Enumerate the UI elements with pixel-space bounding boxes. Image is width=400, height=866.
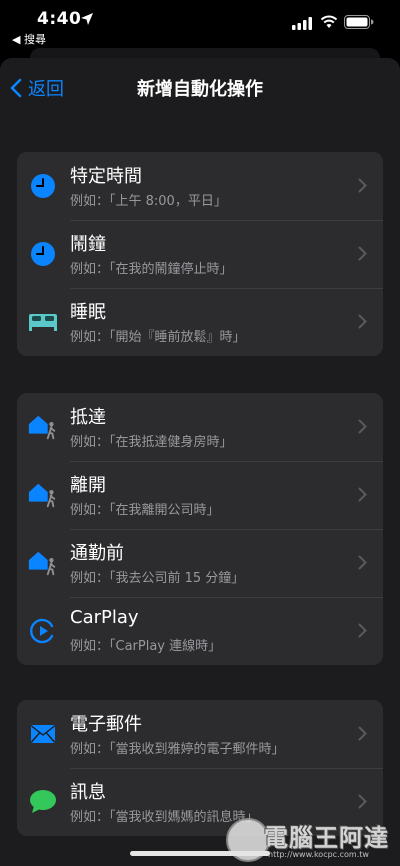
chevron-right-icon	[358, 794, 367, 809]
nav-bar: 返回 新增自動化操作	[0, 58, 400, 116]
trigger-group-time: 特定時間 例如：「上午 8:00，平日」 鬧鐘 例如：「在我的鬧鐘停止時」 睡眠…	[17, 152, 383, 356]
row-subtitle: 例如：「在我離開公司時」	[70, 503, 220, 518]
home-person-icon	[27, 481, 59, 509]
chevron-right-icon	[358, 487, 367, 502]
chevron-right-icon	[358, 246, 367, 261]
message-icon	[27, 788, 59, 816]
trigger-group-location: 抵達 例如：「在我抵達健身房時」 離開 例如：「在我離開公司時」 通勤前 例如：…	[17, 393, 383, 665]
row-subtitle: 例如：「我去公司前 15 分鐘」	[70, 571, 245, 586]
trigger-before-commute[interactable]: 通勤前 例如：「我去公司前 15 分鐘」	[17, 529, 383, 597]
chevron-right-icon	[358, 555, 367, 570]
row-title: 通勤前	[70, 543, 124, 564]
wifi-icon	[320, 15, 338, 28]
chevron-right-icon	[358, 314, 367, 329]
mail-icon	[27, 720, 59, 748]
location-arrow-icon	[81, 13, 93, 25]
status-bar: 4:40 ◀ 搜尋	[0, 0, 400, 48]
row-title: 離開	[70, 475, 106, 496]
trigger-carplay[interactable]: CarPlay 例如：「CarPlay 連線時」	[17, 597, 383, 665]
watermark-text: 電腦王阿達	[264, 824, 389, 852]
home-person-icon	[27, 413, 59, 441]
battery-icon	[344, 15, 374, 29]
chevron-right-icon	[358, 419, 367, 434]
home-indicator[interactable]	[130, 851, 270, 856]
bed-icon	[27, 308, 59, 336]
watermark: 電腦王阿達 http://www.kocpc.com.tw	[226, 812, 396, 866]
clock-icon	[27, 172, 59, 200]
row-title: 電子郵件	[70, 714, 142, 735]
status-time: 4:40	[37, 9, 82, 29]
trigger-email[interactable]: 電子郵件 例如：「當我收到雅婷的電子郵件時」	[17, 700, 383, 768]
chevron-right-icon	[358, 178, 367, 193]
page-title: 新增自動化操作	[137, 79, 263, 100]
trigger-time-of-day[interactable]: 特定時間 例如：「上午 8:00，平日」	[17, 152, 383, 220]
row-title: 訊息	[70, 782, 106, 803]
row-title: 抵達	[70, 407, 106, 428]
row-title: 睡眠	[70, 302, 106, 323]
row-title: CarPlay	[70, 607, 139, 628]
chevron-right-icon	[358, 726, 367, 741]
alarm-icon	[27, 240, 59, 268]
row-subtitle: 例如：「CarPlay 連線時」	[70, 639, 222, 654]
row-subtitle: 例如：「開始『睡前放鬆』時」	[70, 330, 246, 345]
row-subtitle: 例如：「當我收到雅婷的電子郵件時」	[70, 742, 285, 757]
trigger-leave[interactable]: 離開 例如：「在我離開公司時」	[17, 461, 383, 529]
row-subtitle: 例如：「在我抵達健身房時」	[70, 435, 233, 450]
back-to-app-link[interactable]: ◀ 搜尋	[12, 31, 46, 47]
trigger-sleep[interactable]: 睡眠 例如：「開始『睡前放鬆』時」	[17, 288, 383, 356]
trigger-alarm[interactable]: 鬧鐘 例如：「在我的鬧鐘停止時」	[17, 220, 383, 288]
row-title: 鬧鐘	[70, 234, 106, 255]
watermark-url: http://www.kocpc.com.tw	[268, 850, 369, 859]
carplay-icon	[27, 617, 59, 645]
row-subtitle: 例如：「上午 8:00，平日」	[70, 194, 227, 209]
chevron-right-icon	[358, 623, 367, 638]
home-person-icon	[27, 549, 59, 577]
cellular-signal-icon	[292, 17, 312, 30]
trigger-arrive[interactable]: 抵達 例如：「在我抵達健身房時」	[17, 393, 383, 461]
row-subtitle: 例如：「在我的鬧鐘停止時」	[70, 262, 233, 277]
row-title: 特定時間	[70, 166, 142, 187]
